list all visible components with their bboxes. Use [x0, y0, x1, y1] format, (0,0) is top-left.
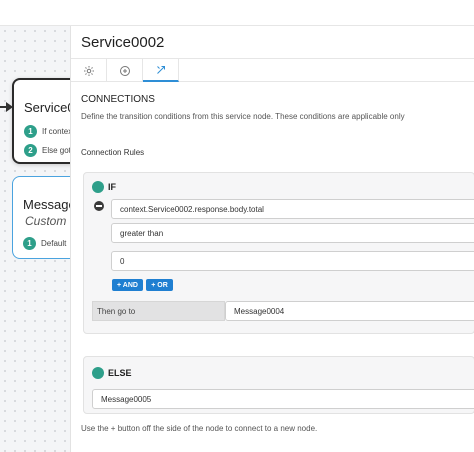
add-or-button[interactable]: + OR	[146, 279, 173, 291]
gear-icon	[83, 65, 94, 76]
if-rule-header: IF	[92, 181, 116, 193]
panel-tabs	[71, 58, 474, 82]
section-description: Define the transition conditions from th…	[81, 112, 405, 121]
condition-value-field[interactable]: 0	[111, 251, 474, 271]
else-rule-card: ELSE Message0005	[83, 356, 474, 414]
top-bar	[0, 0, 474, 26]
footer-hint: Use the + button off the side of the nod…	[81, 424, 318, 433]
panel-title: Service0002	[81, 34, 165, 51]
properties-panel: Service0002 CONNECTIONS Define the trans…	[70, 26, 474, 452]
else-go-to-select[interactable]: Message0005	[92, 389, 474, 409]
condition-path-field[interactable]: context.Service0002.response.body.total	[111, 199, 474, 219]
rule-number-badge: 2	[24, 144, 37, 157]
add-and-button[interactable]: + AND	[112, 279, 143, 291]
service-node-rule-1[interactable]: 1 If contex	[24, 125, 70, 138]
message-node-subtitle: Custom	[25, 214, 67, 228]
rule-status-dot-icon	[92, 181, 104, 193]
rule-text: Default	[41, 239, 67, 248]
service-node-rule-2[interactable]: 2 Else got	[24, 144, 70, 157]
tab-add[interactable]	[107, 59, 143, 82]
message-node-rule-1[interactable]: 1 Default	[23, 237, 66, 250]
message-node-title: Message	[23, 197, 70, 212]
else-label: ELSE	[108, 368, 132, 378]
plus-circle-icon	[119, 65, 130, 76]
condition-operator-select[interactable]: greater than	[111, 223, 474, 243]
tab-connections[interactable]	[143, 59, 179, 82]
tab-settings[interactable]	[71, 59, 107, 82]
rule-number-badge: 1	[24, 125, 37, 138]
then-go-to-label: Then go to	[92, 301, 225, 321]
rule-status-dot-icon	[92, 367, 104, 379]
if-rule-card: IF context.Service0002.response.body.tot…	[83, 172, 474, 334]
if-label: IF	[108, 182, 116, 192]
section-title: CONNECTIONS	[81, 94, 155, 105]
service-node-title: Service00	[24, 100, 70, 115]
message-node[interactable]: Message Custom 1 Default	[12, 176, 70, 259]
remove-condition-icon[interactable]	[94, 201, 104, 211]
then-go-to-select[interactable]: Message0004	[225, 301, 474, 321]
connections-icon	[156, 65, 165, 74]
else-rule-header: ELSE	[92, 367, 132, 379]
flow-canvas[interactable]: Service00 1 If contex 2 Else got Message…	[0, 26, 70, 452]
service-node[interactable]: Service00 1 If contex 2 Else got	[12, 78, 70, 164]
rule-text: If contex	[42, 127, 70, 136]
rule-text: Else got	[42, 146, 70, 155]
rule-number-badge: 1	[23, 237, 36, 250]
connection-rules-heading: Connection Rules	[81, 148, 145, 157]
